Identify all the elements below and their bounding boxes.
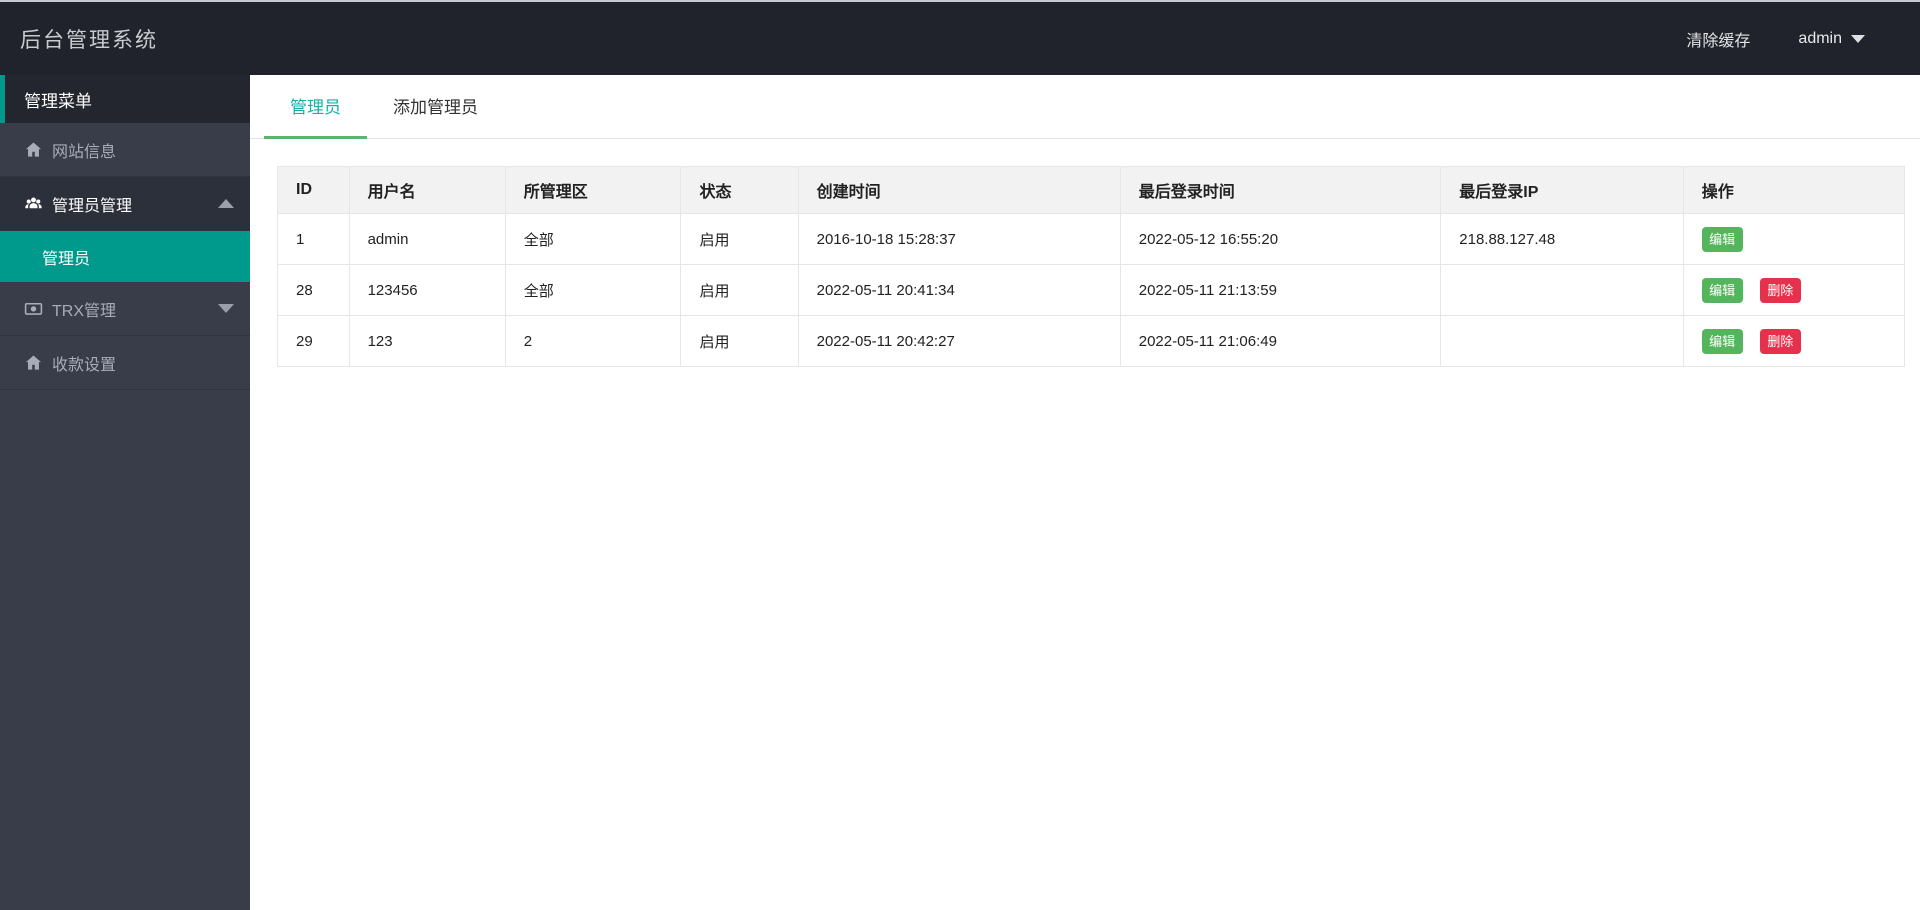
- cell-last-login: 2022-05-12 16:55:20: [1119, 213, 1442, 265]
- sidebar-item-label: 收款设置: [52, 356, 117, 374]
- cell-username: 123456: [348, 264, 506, 316]
- cell-last-ip: [1440, 264, 1684, 316]
- cell-last-ip: 218.88.127.48: [1440, 213, 1684, 265]
- col-header-last-ip: 最后登录IP: [1440, 166, 1684, 214]
- col-header-id: ID: [277, 166, 350, 214]
- cell-created: 2022-05-11 20:41:34: [797, 264, 1121, 316]
- cell-id: 29: [277, 315, 350, 367]
- sidebar-item-label: 管理员管理: [52, 197, 133, 215]
- col-header-actions: 操作: [1682, 166, 1906, 214]
- chevron-down-icon: [218, 304, 234, 313]
- sidebar-item-payment-settings[interactable]: 收款设置: [0, 336, 250, 390]
- tab-add-admin[interactable]: 添加管理员: [367, 77, 504, 139]
- sidebar-item-label: 管理员: [42, 250, 91, 268]
- col-header-last-login: 最后登录时间: [1119, 166, 1442, 214]
- table-row: 28 123456 全部 启用 2022-05-11 20:41:34 2022…: [277, 264, 1906, 316]
- username-label: admin: [1798, 29, 1842, 47]
- sidebar-item-trx-management[interactable]: TRX管理: [0, 282, 250, 336]
- cell-actions: 编辑 删除: [1682, 315, 1906, 367]
- home-icon: [24, 353, 43, 372]
- cell-last-login: 2022-05-11 21:13:59: [1119, 264, 1442, 316]
- cell-actions: 编辑: [1682, 213, 1906, 265]
- admin-table-container: ID 用户名 所管理区 状态 创建时间 最后登录时间 最后登录IP 操作 1 a…: [277, 166, 1906, 367]
- cell-status: 启用: [680, 315, 799, 367]
- sidebar-item-label: 网站信息: [52, 143, 117, 161]
- table-header-row: ID 用户名 所管理区 状态 创建时间 最后登录时间 最后登录IP 操作: [277, 166, 1906, 214]
- cell-region: 2: [504, 315, 682, 367]
- col-header-created: 创建时间: [797, 166, 1121, 214]
- app-title: 后台管理系统: [20, 28, 158, 52]
- table-row: 29 123 2 启用 2022-05-11 20:42:27 2022-05-…: [277, 315, 1906, 367]
- cell-status: 启用: [680, 264, 799, 316]
- tab-admin-list[interactable]: 管理员: [264, 77, 367, 139]
- cell-region: 全部: [504, 264, 682, 316]
- tab-bar: 管理员 添加管理员: [250, 75, 1920, 139]
- main-content: 管理员 添加管理员 ID 用户名 所管理区 状态 创建时间 最后登录时间 最后登…: [250, 75, 1920, 910]
- sidebar: 管理菜单 网站信息 管理员管理 管理员 TRX管理 收款设置: [0, 75, 250, 910]
- cell-region: 全部: [504, 213, 682, 265]
- delete-button[interactable]: 删除: [1759, 277, 1801, 303]
- top-border-line: [0, 0, 1920, 2]
- top-bar: 后台管理系统 清除缓存 admin: [0, 2, 1920, 75]
- cell-last-login: 2022-05-11 21:06:49: [1119, 315, 1442, 367]
- cell-id: 1: [277, 213, 350, 265]
- top-bar-right: 清除缓存 admin: [1686, 27, 1865, 51]
- user-menu[interactable]: admin: [1798, 30, 1865, 48]
- edit-button[interactable]: 编辑: [1701, 226, 1743, 252]
- cell-username: 123: [348, 315, 506, 367]
- chevron-down-icon: [1851, 34, 1865, 43]
- chevron-up-icon: [218, 199, 234, 208]
- cell-created: 2016-10-18 15:28:37: [797, 213, 1121, 265]
- cell-id: 28: [277, 264, 350, 316]
- col-header-status: 状态: [680, 166, 799, 214]
- col-header-username: 用户名: [348, 166, 506, 214]
- sidebar-subitem-admin-list[interactable]: 管理员: [0, 231, 250, 282]
- col-header-region: 所管理区: [504, 166, 682, 214]
- clear-cache-button[interactable]: 清除缓存: [1686, 27, 1750, 51]
- edit-button[interactable]: 编辑: [1701, 277, 1743, 303]
- sidebar-item-label: TRX管理: [52, 302, 117, 320]
- sidebar-menu-title: 管理菜单: [0, 75, 250, 123]
- cell-username: admin: [348, 213, 506, 265]
- cell-actions: 编辑 删除: [1682, 264, 1906, 316]
- cell-last-ip: [1440, 315, 1684, 367]
- users-icon: [24, 194, 43, 213]
- table-row: 1 admin 全部 启用 2016-10-18 15:28:37 2022-0…: [277, 213, 1906, 265]
- sidebar-item-site-info[interactable]: 网站信息: [0, 123, 250, 177]
- cell-created: 2022-05-11 20:42:27: [797, 315, 1121, 367]
- edit-button[interactable]: 编辑: [1701, 328, 1743, 354]
- sidebar-item-admin-management[interactable]: 管理员管理: [0, 177, 250, 231]
- home-icon: [24, 140, 43, 159]
- delete-button[interactable]: 删除: [1759, 328, 1801, 354]
- money-icon: [24, 299, 43, 318]
- admin-table: ID 用户名 所管理区 状态 创建时间 最后登录时间 最后登录IP 操作 1 a…: [277, 166, 1906, 367]
- cell-status: 启用: [680, 213, 799, 265]
